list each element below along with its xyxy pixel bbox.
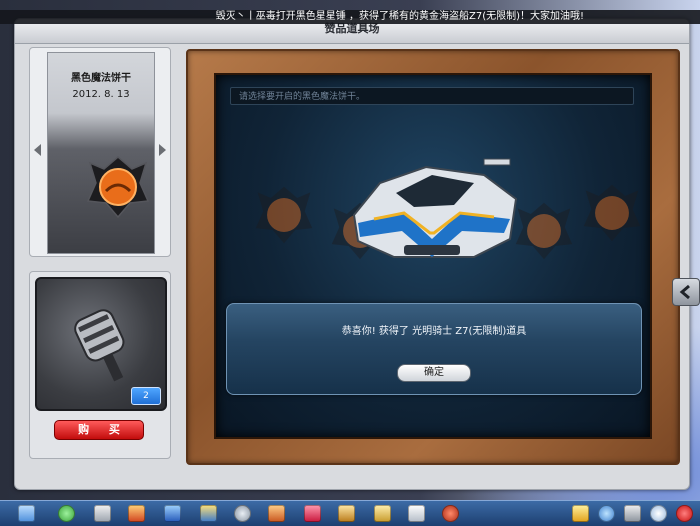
shoe-icon[interactable] <box>200 505 217 522</box>
person-icon[interactable] <box>128 505 145 522</box>
reward-dialog: 恭喜你! 获得了 光明骑士 Z7(无限制)道具 确定 <box>226 303 642 395</box>
item-card: 黑色魔法饼干 2012. 8. 13 <box>47 52 155 254</box>
confirm-button[interactable]: 确定 <box>397 364 471 382</box>
buy-button[interactable]: 购 买 <box>54 420 144 440</box>
back-arrow-icon[interactable] <box>58 505 75 522</box>
star-icon[interactable] <box>572 505 589 522</box>
gear-icon[interactable] <box>234 505 251 522</box>
bottom-toolbar <box>0 500 700 526</box>
bag-icon[interactable] <box>164 505 181 522</box>
gift-icon[interactable] <box>268 505 285 522</box>
preview-panel: 2 购 买 <box>29 271 171 459</box>
heart-icon[interactable] <box>304 505 321 522</box>
item-date: 2012. 8. 13 <box>72 89 130 100</box>
wrench-icon[interactable] <box>374 505 391 522</box>
item-preview: 2 <box>35 277 167 411</box>
cookie-slot-icon <box>252 183 316 247</box>
opening-stage: 请选择要开启的黑色魔法饼干。 恭喜你! 获得了 光明骑士 Z7(无限制)道具 确… <box>214 73 652 439</box>
flower-icon[interactable] <box>598 505 615 522</box>
shop-window: 赞品道具场 黑色魔法饼干 2012. 8. 13 2 购 买 请选择要开启的黑色… <box>14 18 690 490</box>
reward-message: 恭喜你! 获得了 光明骑士 Z7(无限制)道具 <box>341 326 527 337</box>
globe-icon[interactable] <box>442 505 459 522</box>
item-selector-panel: 黑色魔法饼干 2012. 8. 13 <box>29 47 171 257</box>
crossed-tools-icon[interactable] <box>624 505 641 522</box>
cookie-select-field[interactable]: 请选择要开启的黑色魔法饼干。 <box>230 87 634 105</box>
chevron-left-icon <box>679 284 690 300</box>
tools-icon[interactable] <box>338 505 355 522</box>
taskbar-logo-icon[interactable] <box>18 505 35 522</box>
side-collapse-tab[interactable] <box>672 278 700 306</box>
shopping-cart-icon[interactable] <box>94 505 111 522</box>
search-icon[interactable] <box>650 505 667 522</box>
book-icon[interactable] <box>408 505 425 522</box>
opening-frame: 请选择要开启的黑色魔法饼干。 恭喜你! 获得了 光明骑士 Z7(无限制)道具 确… <box>186 49 680 465</box>
item-count-badge: 2 <box>131 387 161 405</box>
prev-item-arrow-icon[interactable] <box>34 144 41 156</box>
kart-reward-icon <box>334 153 530 271</box>
item-name: 黑色魔法饼干 <box>71 73 131 84</box>
cookie-slot-icon <box>580 181 644 245</box>
next-item-arrow-icon[interactable] <box>159 144 166 156</box>
broadcast-marquee: 毁灭丶丨巫毒打开黑色星星锤 ，获得了稀有的黄金海盗船Z7(无限制)！大家加油哦! <box>0 10 700 24</box>
magic-cookie-icon <box>84 153 152 221</box>
power-icon[interactable] <box>676 505 693 522</box>
